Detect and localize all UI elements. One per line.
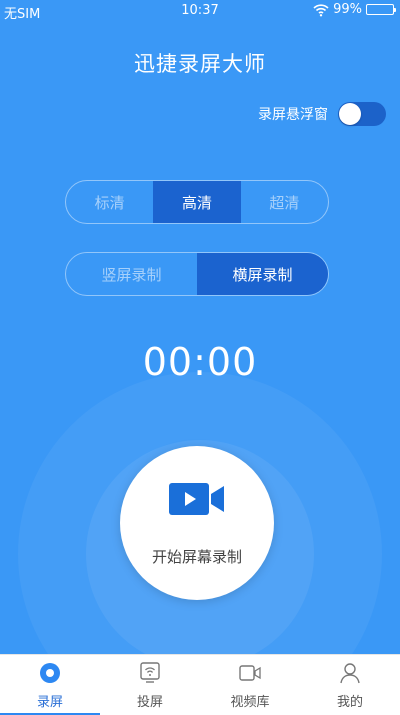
tab-video-library-label: 视频库 — [230, 695, 270, 710]
status-right: 99% — [313, 2, 396, 17]
floating-window-toggle[interactable] — [338, 102, 386, 126]
tab-record-label: 录屏 — [36, 695, 63, 710]
bottom-tab-bar: 录屏 投屏 视频库 我的 — [0, 654, 400, 715]
status-bar: 无SIM 10:37 99% — [0, 0, 400, 22]
wifi-icon — [313, 3, 329, 16]
tab-screen-cast[interactable]: 投屏 — [100, 655, 200, 715]
floating-window-row: 录屏悬浮窗 — [258, 102, 386, 126]
start-recording-button[interactable]: 开始屏幕录制 — [120, 446, 274, 600]
main-screen: 无SIM 10:37 99% 迅捷录屏大师 录屏悬浮窗 标清 高清 超清 竖屏录… — [0, 0, 400, 654]
tab-video-library[interactable]: 视频库 — [200, 655, 300, 715]
video-camera-icon — [169, 483, 224, 515]
profile-icon — [338, 661, 362, 685]
tab-profile[interactable]: 我的 — [300, 655, 400, 715]
tab-record[interactable]: 录屏 — [0, 655, 100, 715]
screen-cast-icon — [138, 661, 162, 685]
landscape-record-option[interactable]: 横屏录制 — [197, 253, 328, 295]
quality-selector: 标清 高清 超清 — [65, 180, 329, 224]
start-recording-label: 开始屏幕录制 — [151, 548, 242, 566]
portrait-record-option[interactable]: 竖屏录制 — [66, 253, 197, 295]
battery-icon — [366, 4, 396, 15]
quality-high-option[interactable]: 高清 — [153, 181, 241, 223]
recording-timer: 00:00 — [142, 340, 258, 384]
record-icon — [38, 661, 62, 685]
orientation-selector: 竖屏录制 横屏录制 — [65, 252, 329, 296]
floating-window-label: 录屏悬浮窗 — [258, 107, 328, 123]
quality-standard-option[interactable]: 标清 — [66, 181, 153, 223]
toggle-knob — [339, 103, 361, 125]
video-library-icon — [238, 661, 262, 685]
tab-screen-cast-label: 投屏 — [136, 695, 163, 710]
battery-percent: 99% — [333, 2, 362, 17]
quality-ultra-option[interactable]: 超清 — [241, 181, 328, 223]
tab-profile-label: 我的 — [336, 695, 363, 710]
app-title: 迅捷录屏大师 — [134, 52, 266, 76]
